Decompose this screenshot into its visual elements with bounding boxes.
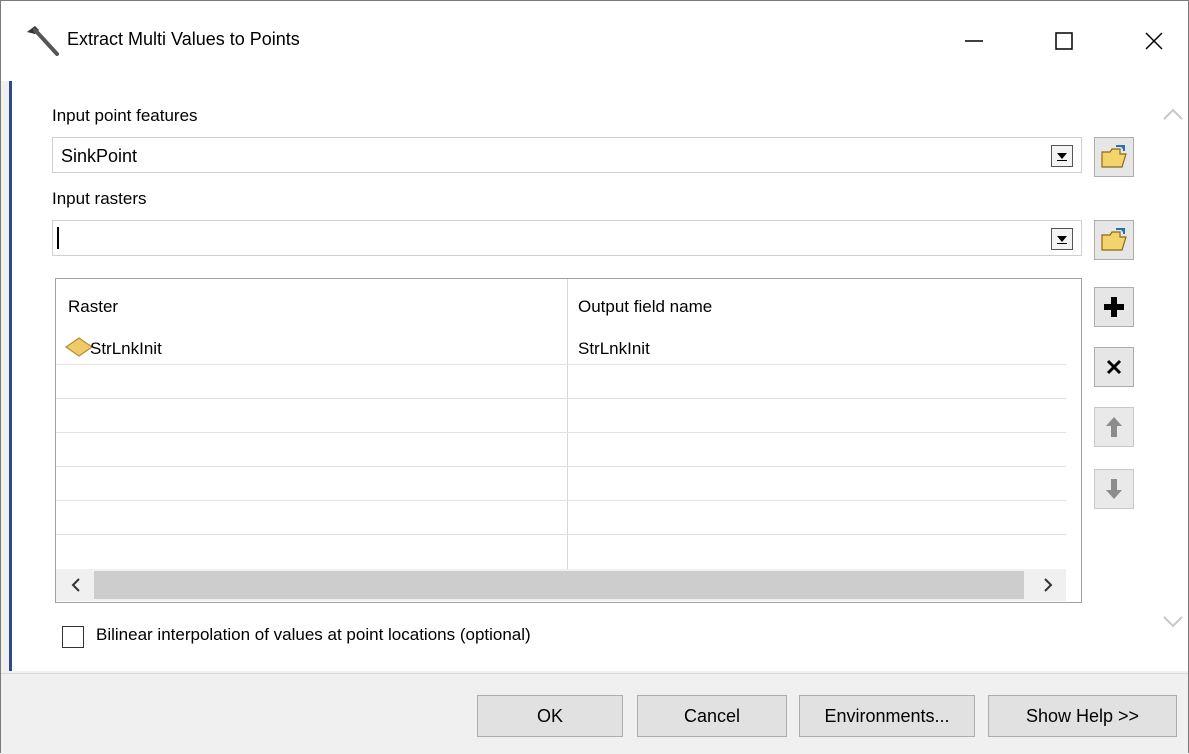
close-icon <box>1145 32 1163 50</box>
hammer-icon <box>27 26 59 56</box>
table-row[interactable] <box>56 399 1066 433</box>
input-point-features-value: SinkPoint <box>61 146 138 166</box>
arrow-down-icon <box>1106 479 1122 499</box>
ok-button[interactable]: OK <box>477 695 623 737</box>
scroll-right-button[interactable] <box>1036 573 1060 597</box>
plus-icon <box>1104 297 1124 317</box>
table-row[interactable] <box>56 433 1066 467</box>
input-point-features-combo[interactable]: SinkPoint <box>52 137 1082 173</box>
browse-point-features-button[interactable] <box>1094 137 1134 177</box>
dropdown-arrow-button[interactable] <box>1051 228 1073 250</box>
scroll-down-icon[interactable] <box>1162 615 1184 629</box>
raster-name-cell: StrLnkInit <box>90 339 162 358</box>
horizontal-scrollbar[interactable] <box>56 569 1066 601</box>
input-point-features-label: Input point features <box>52 106 198 125</box>
open-folder-icon <box>1101 228 1127 251</box>
show-help-button[interactable]: Show Help >> <box>988 695 1177 737</box>
move-down-button[interactable] <box>1094 469 1134 509</box>
scroll-left-button[interactable] <box>64 573 88 597</box>
bilinear-checkbox-label[interactable]: Bilinear interpolation of values at poin… <box>96 625 531 645</box>
chevron-left-icon <box>71 578 80 592</box>
table-header: Raster Output field name <box>56 279 1081 331</box>
column-header-output-field[interactable]: Output field name <box>578 297 712 317</box>
table-row[interactable] <box>56 501 1066 535</box>
dialog-footer: OK Cancel Environments... Show Help >> <box>1 673 1188 754</box>
window-title: Extract Multi Values to Points <box>67 29 300 49</box>
dialog-window: Extract Multi Values to Points Input poi… <box>0 0 1189 754</box>
open-folder-icon <box>1101 145 1127 168</box>
title-bar[interactable]: Extract Multi Values to Points <box>1 1 1188 81</box>
minimize-icon <box>965 40 983 42</box>
bilinear-checkbox[interactable] <box>62 626 84 648</box>
tool-parameters-panel: Input point features SinkPoint Input ras… <box>9 81 1188 671</box>
dropdown-arrow-button[interactable] <box>1051 145 1073 167</box>
table-row[interactable] <box>56 365 1066 399</box>
table-row[interactable]: StrLnkInit StrLnkInit <box>56 331 1066 365</box>
chevron-down-icon <box>1057 153 1067 161</box>
table-row[interactable] <box>56 535 1066 569</box>
chevron-right-icon <box>1044 578 1053 592</box>
input-rasters-combo[interactable] <box>52 220 1082 256</box>
maximize-button[interactable] <box>1041 19 1087 63</box>
input-rasters-label: Input rasters <box>52 189 147 208</box>
arrow-up-icon <box>1106 417 1122 437</box>
remove-raster-button[interactable] <box>1094 347 1134 387</box>
minimize-button[interactable] <box>951 19 997 63</box>
chevron-down-icon <box>1057 236 1067 244</box>
scrollbar-thumb[interactable] <box>94 571 1024 599</box>
raster-table[interactable]: Raster Output field name StrLnkInit StrL… <box>55 278 1082 603</box>
delete-x-icon <box>1106 359 1122 375</box>
output-field-cell[interactable]: StrLnkInit <box>578 339 650 359</box>
cancel-button[interactable]: Cancel <box>637 695 787 737</box>
maximize-icon <box>1055 32 1073 50</box>
browse-rasters-button[interactable] <box>1094 220 1134 260</box>
text-caret <box>57 227 59 249</box>
table-row[interactable] <box>56 467 1066 501</box>
column-header-raster[interactable]: Raster <box>68 297 118 317</box>
move-up-button[interactable] <box>1094 407 1134 447</box>
add-raster-button[interactable] <box>1094 287 1134 327</box>
environments-button[interactable]: Environments... <box>799 695 975 737</box>
close-button[interactable] <box>1131 19 1177 63</box>
scroll-up-icon[interactable] <box>1162 107 1184 121</box>
